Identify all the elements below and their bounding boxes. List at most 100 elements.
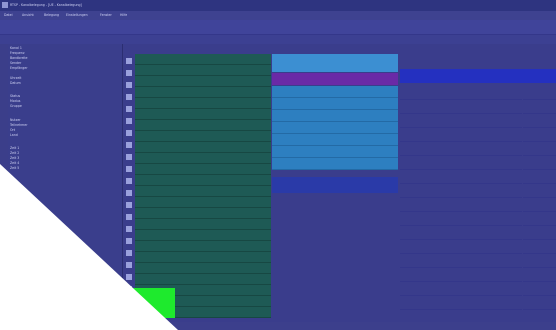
grid-cell-cyan[interactable]: [272, 86, 398, 98]
row-icon: [124, 68, 133, 78]
row-icon: [124, 152, 133, 162]
grid-cell-cyan[interactable]: [272, 122, 398, 134]
grid-cell[interactable]: [523, 114, 556, 128]
panel-row: Teilnehmer: [10, 123, 28, 127]
panel-row: Kanal 1: [10, 46, 22, 50]
toolbar-button[interactable]: Suchen: [176, 23, 188, 40]
panel-row: Zeit 2: [10, 151, 20, 155]
grid-cell-cyan[interactable]: [272, 134, 398, 146]
grid-cell[interactable]: [400, 240, 522, 254]
grid-cell-green[interactable]: [135, 65, 271, 76]
toolbar-button[interactable]: Kanal: [306, 23, 315, 40]
grid-cell-cyan[interactable]: [272, 110, 398, 122]
grid-cell-cyan[interactable]: [272, 98, 398, 110]
menu-item[interactable]: Belegung: [44, 13, 59, 17]
grid-cell-green[interactable]: [135, 153, 271, 164]
grid-cell[interactable]: [400, 114, 522, 128]
panel-row: Modus: [10, 99, 21, 103]
panel-row: Status: [10, 94, 21, 98]
panel-row: Gruppe: [10, 104, 22, 108]
grid-cell-green[interactable]: [135, 109, 271, 120]
panel-row: Frequenz: [10, 51, 25, 55]
grid-cell[interactable]: [523, 226, 556, 240]
toolbar-button[interactable]: Filter: [400, 23, 408, 40]
grid-cell[interactable]: [523, 296, 556, 310]
toolbar-button[interactable]: Zoom: [152, 23, 161, 40]
row-icon: [124, 128, 133, 138]
row-icon: [124, 56, 133, 66]
panel-row: Zeit 1: [10, 146, 20, 150]
grid-cell-green[interactable]: [135, 54, 271, 65]
grid-cell[interactable]: [400, 198, 522, 212]
grid-cell[interactable]: [523, 268, 556, 282]
toolbar: Drucken Zoom Suchen Export Aktualisieren…: [0, 20, 556, 40]
grid-cell[interactable]: [400, 296, 522, 310]
toolbar-button[interactable]: Einstellungen: [270, 23, 292, 40]
grid-cell-cyan[interactable]: [272, 158, 398, 170]
cyan-header: [272, 54, 398, 72]
purple-band: [272, 73, 398, 85]
panel-row: Land: [10, 133, 18, 137]
grid-cell[interactable]: [523, 240, 556, 254]
grid-cell[interactable]: [523, 170, 556, 184]
grid-cell[interactable]: [400, 156, 522, 170]
grid-cell[interactable]: [400, 142, 522, 156]
toolbar-button[interactable]: Export: [200, 23, 210, 40]
menu-item[interactable]: Einstellungen: [66, 13, 88, 17]
app-icon: [2, 2, 8, 8]
grid-cell[interactable]: [523, 184, 556, 198]
grid-cell-green[interactable]: [135, 120, 271, 131]
grid-cell-green[interactable]: [135, 76, 271, 87]
grid-cell[interactable]: [400, 254, 522, 268]
grid-cell[interactable]: [523, 254, 556, 268]
grid-cell-green[interactable]: [135, 131, 271, 142]
grid-cell[interactable]: [400, 170, 522, 184]
menu-bar: Datei Ansicht Belegung Einstellungen Fen…: [0, 11, 556, 20]
grid-cell-green[interactable]: [135, 87, 271, 98]
window-title: RTSP - Kanalbelegung - [UE - Kanalbelegu…: [10, 3, 82, 7]
row-icon: [124, 140, 133, 150]
menu-item[interactable]: Fenster: [100, 13, 112, 17]
menu-item[interactable]: Hilfe: [120, 13, 127, 17]
panel-row: Bandbreite: [10, 56, 28, 60]
panel-row: Nutzer: [10, 118, 21, 122]
grid-cell[interactable]: [400, 86, 522, 100]
channel-grid: [124, 44, 556, 324]
panel-row: Datum: [10, 81, 21, 85]
grid-cell[interactable]: [400, 128, 522, 142]
grid-cell-green[interactable]: [135, 98, 271, 109]
grid-cell[interactable]: [523, 212, 556, 226]
menu-item[interactable]: Datei: [4, 13, 13, 17]
row-icon: [124, 116, 133, 126]
grid-cell[interactable]: [523, 156, 556, 170]
white-corner-overlay: [0, 164, 178, 330]
selected-row-bar[interactable]: [400, 69, 556, 83]
grid-cell[interactable]: [523, 198, 556, 212]
grid-cell[interactable]: [523, 128, 556, 142]
panel-row: Empfänger: [10, 66, 28, 70]
grid-cell[interactable]: [400, 282, 522, 296]
grid-cell-cyan[interactable]: [272, 146, 398, 158]
row-icon: [124, 104, 133, 114]
toolbar-button[interactable]: Bearbeiten: [358, 23, 376, 40]
menu-item[interactable]: Ansicht: [22, 13, 34, 17]
secondary-toolbar: [0, 35, 556, 44]
grid-cell[interactable]: [523, 282, 556, 296]
row-icon: [124, 92, 133, 102]
grid-cell[interactable]: [400, 184, 522, 198]
panel-row: Sender: [10, 61, 22, 65]
grid-cell[interactable]: [400, 212, 522, 226]
grid-cell[interactable]: [523, 86, 556, 100]
grid-cell[interactable]: [400, 268, 522, 282]
panel-row: Zeit 3: [10, 156, 20, 160]
grid-cell[interactable]: [523, 142, 556, 156]
title-bar: RTSP - Kanalbelegung - [UE - Kanalbelegu…: [0, 0, 556, 11]
toolbar-button[interactable]: Drucken: [18, 23, 31, 40]
grid-cell-green[interactable]: [135, 142, 271, 153]
toolbar-button[interactable]: Aktualisieren: [226, 23, 247, 40]
grid-cell[interactable]: [400, 226, 522, 240]
grid-cell[interactable]: [523, 100, 556, 114]
panel-row: Uhrzeit: [10, 76, 22, 80]
grid-cell[interactable]: [400, 100, 522, 114]
blue-band: [272, 177, 398, 193]
